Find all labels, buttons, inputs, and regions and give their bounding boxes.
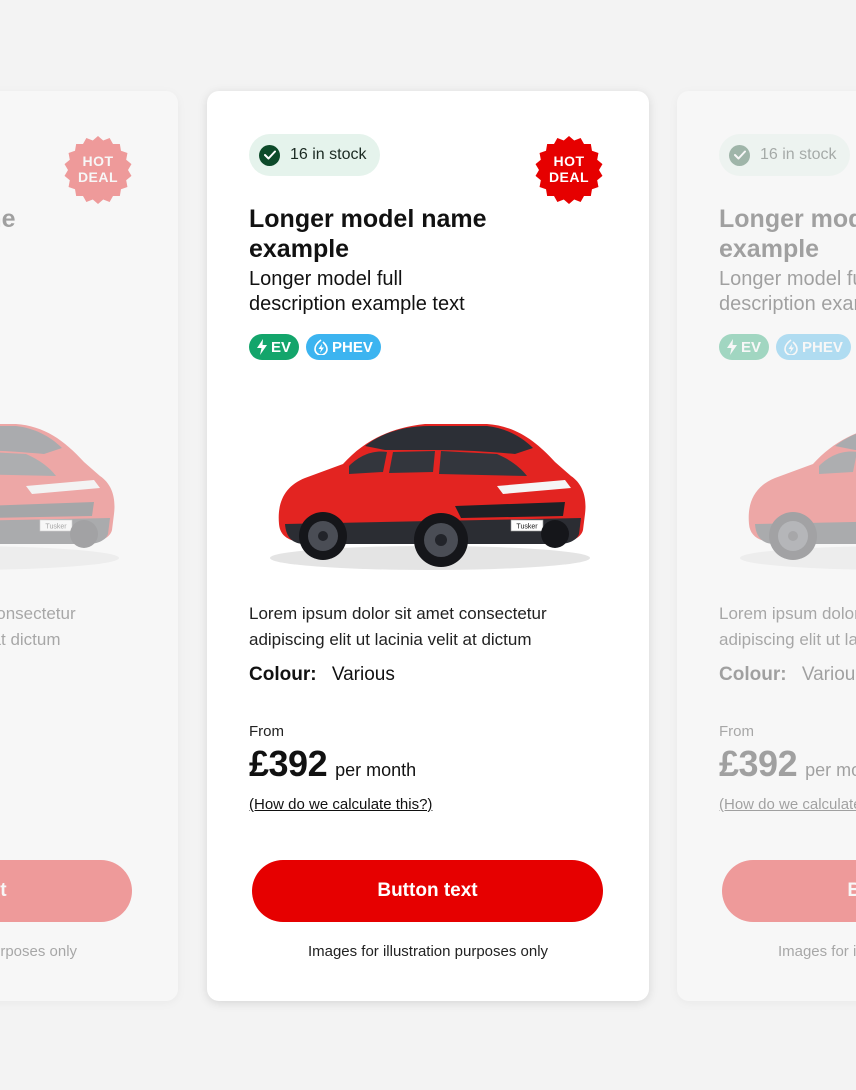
body-text-line1: Lorem ipsum dolor sit amet consectetur xyxy=(719,604,856,623)
model-title-line2: example xyxy=(0,234,118,264)
colour-row: Colour: Various xyxy=(719,664,856,686)
hot-deal-badge: HOT DEAL xyxy=(64,136,132,204)
car-image: Tusker xyxy=(270,424,590,570)
model-title-line2: example xyxy=(719,235,820,263)
hot-deal-line2: DEAL xyxy=(548,169,590,185)
colour-row: Colour: Various xyxy=(249,664,395,686)
ev-tag: EV xyxy=(719,334,770,360)
from-label: From xyxy=(719,723,754,740)
car-image: Tusker xyxy=(740,433,856,570)
colour-value: Various xyxy=(801,664,856,685)
product-card-current: 16 in stock HOT DEAL Longer model name e… xyxy=(207,91,649,1001)
check-circle-icon xyxy=(259,144,280,166)
body-text-line1: Lorem ipsum dolor sit amet consectetur xyxy=(249,604,547,623)
lightning-flame-icon xyxy=(784,339,798,355)
hot-deal-line2: DEAL xyxy=(77,169,119,185)
body-text-line1: Lorem ipsum dolor sit amet consectetur xyxy=(0,604,76,623)
price-row: £392 per month xyxy=(719,743,856,785)
phev-tag-label: PHEV xyxy=(802,338,843,356)
model-description-line2: description example text xyxy=(249,293,465,315)
phev-tag-label: PHEV xyxy=(332,338,373,356)
price-row: £392 per month xyxy=(249,743,416,785)
fuel-tags: EV PHEV xyxy=(249,334,381,360)
body-text-line2: adipiscing elit ut lacinia velit at dict… xyxy=(719,630,856,649)
ev-tag-label: EV xyxy=(271,338,292,356)
model-description-line2: description example text xyxy=(0,292,78,317)
model-description-line2: description example text xyxy=(719,293,856,315)
stock-label: 16 in stock xyxy=(290,146,367,163)
colour-label: Colour: xyxy=(249,664,317,685)
model-title-line1: Longer model name xyxy=(249,205,487,233)
price-amount: £392 xyxy=(719,743,798,784)
phev-tag: PHEV xyxy=(306,334,381,360)
price-amount: £392 xyxy=(249,743,328,784)
model-title: Longer model name example xyxy=(249,204,589,264)
stock-badge: 16 in stock xyxy=(719,134,851,176)
body-text: Lorem ipsum dolor sit amet consectetur a… xyxy=(249,601,599,653)
phev-tag: PHEV xyxy=(776,334,851,360)
car-image: Tusker xyxy=(0,424,119,570)
model-title-line2: example xyxy=(249,235,350,263)
illustration-disclaimer: Images for illustration purposes only xyxy=(0,943,78,960)
hot-deal-line1: HOT xyxy=(553,153,585,169)
colour-value: Various xyxy=(331,664,395,685)
how-calculated-link[interactable]: (How do we calculate this?) xyxy=(719,796,856,813)
body-text-line2: adipiscing elit ut lacinia velit at dict… xyxy=(249,630,532,649)
stock-badge: 16 in stock xyxy=(249,134,381,176)
lightning-icon xyxy=(257,339,267,355)
colour-label: Colour: xyxy=(719,664,787,685)
how-calculated-link[interactable]: (How do we calculate this?) xyxy=(249,796,432,813)
hot-deal-line1: HOT xyxy=(82,153,114,169)
price-suffix: per month xyxy=(805,760,856,780)
model-description: Longer model full description example te… xyxy=(0,267,78,317)
model-description-line1: Longer model full xyxy=(249,268,403,290)
model-title-line1: Longer model name xyxy=(719,205,856,233)
lightning-flame-icon xyxy=(314,339,328,355)
stock-label: 16 in stock xyxy=(760,146,837,163)
primary-cta-button[interactable]: Button text xyxy=(0,860,132,922)
body-text-line2: adipiscing elit ut lacinia velit at dict… xyxy=(0,630,61,649)
product-card-previous: 16 in stock HOT DEAL Longer model name e… xyxy=(0,91,178,1001)
fuel-tags: EV PHEV xyxy=(719,334,851,360)
svg-text:Tusker: Tusker xyxy=(516,524,538,531)
price-suffix: per month xyxy=(335,760,417,780)
from-label: From xyxy=(249,723,284,740)
model-description-line1: Longer model full xyxy=(719,268,856,290)
body-text: Lorem ipsum dolor sit amet consectetur a… xyxy=(719,601,856,653)
model-description: Longer model full description example te… xyxy=(249,267,549,317)
model-title: Longer model name example xyxy=(0,204,118,264)
model-description-line1: Longer model full xyxy=(0,267,78,292)
ev-tag-label: EV xyxy=(741,338,762,356)
product-card-next: 16 in stock HOT DEAL Longer model name e… xyxy=(677,91,856,1001)
svg-text:Tusker: Tusker xyxy=(45,524,67,531)
check-circle-icon xyxy=(729,144,750,166)
model-title: Longer model name example xyxy=(719,204,856,264)
illustration-disclaimer: Images for illustration purposes only xyxy=(307,943,549,960)
illustration-disclaimer: Images for illustration purposes only xyxy=(777,943,856,960)
ev-tag: EV xyxy=(249,334,300,360)
body-text: Lorem ipsum dolor sit amet consectetur a… xyxy=(0,601,128,653)
model-title-line1: Longer model name xyxy=(0,205,16,233)
primary-cta-button[interactable]: Button text xyxy=(722,860,856,922)
lightning-icon xyxy=(727,339,737,355)
hot-deal-badge: HOT DEAL xyxy=(535,136,603,204)
primary-cta-button[interactable]: Button text xyxy=(252,860,603,922)
model-description: Longer model full description example te… xyxy=(719,267,856,317)
